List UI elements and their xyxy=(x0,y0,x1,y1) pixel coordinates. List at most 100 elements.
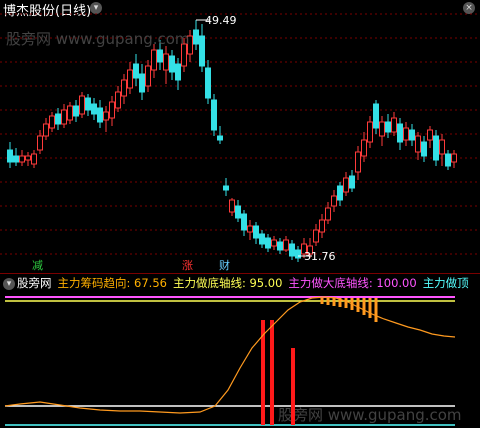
candlestick xyxy=(127,62,133,94)
candlestick xyxy=(379,116,385,146)
candlestick xyxy=(163,46,169,84)
candle-body xyxy=(163,53,169,71)
candle-body xyxy=(421,141,427,157)
candlestick xyxy=(283,236,289,252)
candlestick xyxy=(109,96,115,126)
candlestick xyxy=(391,112,397,136)
candle-body xyxy=(379,121,385,137)
candle-body xyxy=(259,233,265,245)
indicator-dropdown-icon[interactable]: ▾ xyxy=(3,277,15,290)
top-signal-tick xyxy=(320,298,324,304)
candlestick xyxy=(133,54,139,86)
candle-body xyxy=(67,105,73,121)
indicator-name[interactable]: 股旁网 xyxy=(17,276,52,290)
candle-body xyxy=(451,153,457,163)
candlestick xyxy=(403,122,409,146)
candlestick xyxy=(31,150,37,168)
candle-body xyxy=(385,121,391,133)
candle-body xyxy=(337,185,343,201)
candlestick xyxy=(139,64,145,100)
candle-body xyxy=(139,73,145,93)
candle-body xyxy=(211,99,217,131)
candle-body xyxy=(241,213,247,231)
candle-body xyxy=(415,135,421,153)
candle-body xyxy=(433,135,439,161)
candlestick xyxy=(85,94,91,116)
candle-body xyxy=(391,117,397,133)
event-tag-reduce[interactable]: 减 xyxy=(30,259,45,272)
chip-trend-line xyxy=(4,296,456,414)
candlestick xyxy=(331,190,337,212)
candle-body xyxy=(31,153,37,165)
candlestick xyxy=(115,86,121,112)
candlestick xyxy=(367,116,373,148)
candlestick xyxy=(259,230,265,248)
candle-body xyxy=(25,155,31,161)
candle-body xyxy=(439,139,445,155)
candle-body xyxy=(325,207,331,221)
bottom-axis-label: 主力做底轴线: 95.00 xyxy=(172,276,283,290)
buy-signal-bar xyxy=(291,348,295,425)
candlestick xyxy=(439,134,445,166)
candlestick xyxy=(103,106,109,132)
candle-body xyxy=(373,103,379,129)
candlestick xyxy=(151,44,157,78)
candlestick xyxy=(55,108,61,130)
candlestick xyxy=(97,100,103,128)
top-signal-tick xyxy=(368,298,372,318)
event-tag-finance[interactable]: 财 xyxy=(217,259,232,272)
candle-body xyxy=(121,79,127,97)
candlestick xyxy=(349,170,355,192)
candle-body xyxy=(367,121,373,143)
top-signal-tick xyxy=(326,298,330,305)
candlestick xyxy=(49,112,55,132)
candle-body xyxy=(355,151,361,173)
candlestick xyxy=(145,60,151,92)
candle-body xyxy=(151,49,157,71)
candlestick xyxy=(295,246,301,262)
candlestick xyxy=(451,150,457,168)
candle-body xyxy=(331,195,337,207)
candlestick xyxy=(79,92,85,118)
candle-body xyxy=(13,155,19,163)
candlestick xyxy=(67,102,73,124)
candle-body xyxy=(193,29,199,45)
candle-body xyxy=(253,225,259,239)
candle-body xyxy=(277,241,283,251)
candle-body xyxy=(73,105,79,117)
candlestick xyxy=(313,224,319,246)
candlestick xyxy=(289,240,295,260)
candle-body xyxy=(343,177,349,193)
candle-body xyxy=(103,111,109,121)
stock-chart-window: { "header": { "stock_name": "博杰股份", "per… xyxy=(0,0,480,428)
candle-body xyxy=(361,139,367,157)
low-marker: 31.76 xyxy=(298,250,336,263)
candle-body xyxy=(91,103,97,115)
candle-body xyxy=(445,153,451,167)
candle-body xyxy=(109,101,115,119)
candle-body xyxy=(145,65,151,87)
event-tag-rise[interactable]: 涨 xyxy=(180,259,195,272)
candlestick xyxy=(325,202,331,224)
candlestick xyxy=(91,98,97,120)
candlestick xyxy=(343,172,349,196)
low-price-label: 31.76 xyxy=(304,250,336,263)
candle-body xyxy=(409,129,415,141)
pane-divider xyxy=(0,273,480,274)
candle-body xyxy=(199,35,205,67)
candle-body xyxy=(319,219,325,233)
candlestick xyxy=(433,130,439,166)
candlestick xyxy=(205,60,211,104)
candle-body xyxy=(247,225,253,233)
candle-body xyxy=(61,109,67,125)
candlestick xyxy=(7,142,13,168)
candle-body xyxy=(133,63,139,79)
candlestick xyxy=(43,118,49,140)
indicator-label-bar: ▾ 股旁网 主力筹码趋向: 67.56 主力做底轴线: 95.00 主力做大底轴线: 1… xyxy=(0,275,480,291)
candle-body xyxy=(85,97,91,111)
candlestick xyxy=(277,238,283,254)
candle-body xyxy=(43,123,49,137)
candle-body xyxy=(427,129,433,141)
candle-body xyxy=(229,199,235,213)
candlestick xyxy=(175,58,181,90)
